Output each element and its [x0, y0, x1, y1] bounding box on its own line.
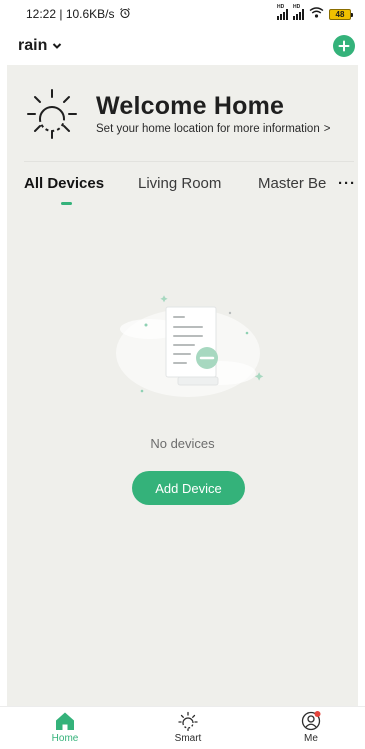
nav-home-label: Home — [51, 733, 79, 744]
app-root: 12:22 | 10.6KB/s HD HD 48 rain Welcome H… — [0, 0, 365, 749]
more-tabs-button[interactable]: ··· — [338, 175, 356, 192]
welcome-card: Welcome Home Set your home location for … — [7, 65, 358, 160]
battery-icon: 48 — [329, 8, 353, 20]
signal-icon-2: HD — [293, 4, 304, 20]
bottom-nav: Home Smart Me — [0, 706, 365, 749]
home-name: rain — [18, 37, 48, 54]
signal-icon: HD — [277, 4, 288, 20]
alarm-icon — [119, 7, 131, 22]
wifi-icon — [309, 7, 324, 21]
tab-master-bedroom[interactable]: Master Be — [258, 175, 326, 192]
profile-icon — [301, 711, 321, 731]
main-content: Welcome Home Set your home location for … — [7, 65, 358, 706]
status-time-speed: 12:22 | 10.6KB/s — [26, 7, 115, 21]
nav-smart-label: Smart — [174, 733, 202, 744]
tab-all-devices[interactable]: All Devices — [24, 175, 104, 192]
nav-me[interactable]: Me — [281, 711, 341, 744]
status-left: 12:22 | 10.6KB/s — [26, 7, 131, 22]
chevron-right-icon: > — [323, 123, 331, 135]
home-selector[interactable]: rain — [18, 37, 62, 55]
divider — [24, 161, 354, 162]
set-location-link[interactable]: Set your home location for more informat… — [96, 123, 330, 135]
chevron-down-icon — [52, 37, 62, 55]
notification-badge — [314, 711, 321, 717]
welcome-title: Welcome Home — [96, 92, 285, 120]
add-button[interactable] — [333, 35, 355, 57]
add-device-button[interactable]: Add Device — [132, 471, 245, 505]
status-bar: 12:22 | 10.6KB/s HD HD 48 — [0, 0, 365, 28]
nav-smart[interactable]: Smart — [158, 711, 218, 744]
nav-me-label: Me — [304, 733, 318, 744]
sun-icon — [178, 711, 198, 731]
sun-icon — [25, 87, 79, 146]
top-header: rain — [0, 28, 365, 64]
nav-home[interactable]: Home — [35, 711, 95, 744]
status-right: HD HD 48 — [277, 4, 353, 21]
empty-state-text: No devices — [150, 436, 215, 451]
room-tabs: All Devices Living Room Master Be ··· — [7, 175, 358, 207]
home-icon — [56, 712, 74, 730]
welcome-subtitle: Set your home location for more informat… — [96, 123, 320, 135]
tab-living-room[interactable]: Living Room — [138, 175, 221, 192]
empty-devices-illustration — [110, 291, 266, 416]
tab-indicator — [61, 202, 72, 205]
plus-icon — [338, 40, 350, 52]
